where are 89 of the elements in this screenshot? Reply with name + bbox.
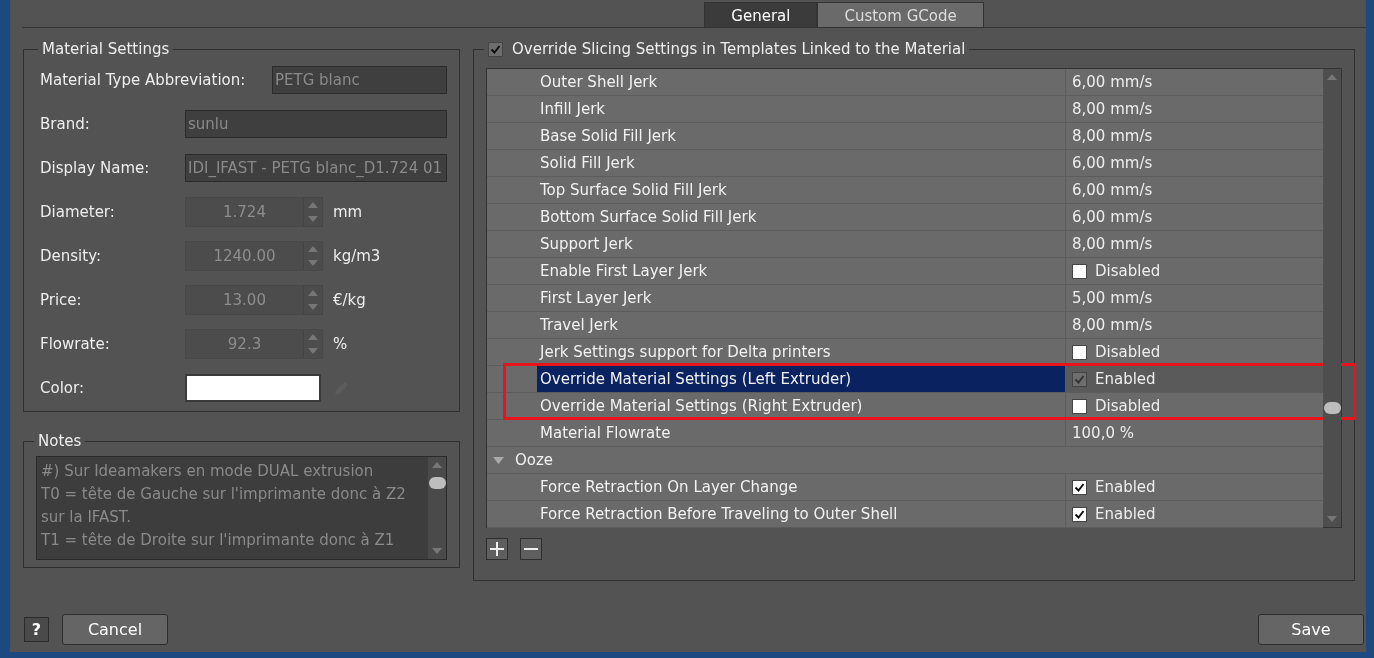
panel-title: Notes [37, 432, 83, 450]
spin-up-icon[interactable] [308, 290, 318, 296]
scrollbar[interactable] [428, 457, 446, 559]
spin-field[interactable]: 92.3 [185, 329, 323, 359]
text-field[interactable]: PETG blanc [272, 66, 447, 94]
spin-up-icon[interactable] [308, 334, 318, 340]
unit-label: % [333, 335, 348, 353]
spin-down-icon[interactable] [308, 260, 318, 266]
scroll-up-icon[interactable] [1327, 74, 1337, 80]
setting-name[interactable]: Force Retraction On Layer Change [537, 474, 1065, 500]
tab[interactable]: Custom GCode [817, 2, 984, 27]
setting-name[interactable]: Override Material Settings (Left Extruder) [537, 366, 1065, 392]
field-label: Price: [40, 291, 83, 309]
setting-value: 6,00 mm/s [1072, 73, 1153, 91]
setting-value: Disabled [1095, 262, 1161, 280]
plus-icon [489, 541, 505, 557]
checkbox[interactable] [1072, 398, 1087, 414]
field-label: Diameter: [40, 203, 116, 221]
setting-value: Disabled [1095, 343, 1161, 361]
spin-up-icon[interactable] [308, 246, 318, 252]
setting-name[interactable]: Material Flowrate [537, 420, 1065, 446]
remove-button[interactable] [520, 538, 542, 560]
spin-down-icon[interactable] [308, 348, 318, 354]
setting-name[interactable]: Force Retraction Before Traveling to Outer Shell [537, 501, 1065, 527]
setting-name[interactable]: First Layer Jerk [537, 285, 1065, 311]
collapse-arrow-icon[interactable] [493, 454, 504, 466]
spin-field[interactable]: 13.00 [185, 285, 323, 315]
text-field[interactable]: sunlu [185, 110, 447, 138]
setting-name[interactable]: Travel Jerk [537, 312, 1065, 338]
setting-name[interactable]: Bottom Surface Solid Fill Jerk [537, 204, 1065, 230]
setting-name[interactable]: Outer Shell Jerk [537, 69, 1065, 95]
field-label: Color: [40, 379, 85, 397]
setting-value: 8,00 mm/s [1072, 235, 1153, 253]
checkbox[interactable] [1072, 371, 1087, 387]
scroll-down-icon[interactable] [1327, 516, 1337, 522]
add-button[interactable] [486, 538, 508, 560]
scrollbar[interactable] [1323, 69, 1341, 527]
unit-label: kg/m3 [333, 247, 381, 265]
setting-value: 6,00 mm/s [1072, 208, 1153, 226]
spin-down-icon[interactable] [308, 304, 318, 310]
setting-name[interactable]: Jerk Settings support for Delta printers [537, 339, 1065, 365]
unit-label: €/kg [333, 291, 366, 309]
scrollbar-thumb[interactable] [1323, 402, 1341, 414]
setting-name[interactable]: Support Jerk [537, 231, 1065, 257]
checkbox[interactable] [488, 41, 503, 57]
checkbox[interactable] [1072, 506, 1087, 522]
setting-name[interactable]: Solid Fill Jerk [537, 150, 1065, 176]
checkbox-label: Override Slicing Settings in Templates Linked to the Material [512, 40, 966, 58]
setting-name[interactable]: Enable First Layer Jerk [537, 258, 1065, 284]
setting-value: Enabled [1095, 505, 1156, 523]
save-button[interactable]: Save [1258, 614, 1364, 645]
setting-value: Disabled [1095, 397, 1161, 415]
field-label: Density: [40, 247, 102, 265]
spin-field[interactable]: 1.724 [185, 197, 323, 227]
group-name[interactable]: Ooze [512, 447, 1066, 473]
setting-value: Enabled [1095, 370, 1156, 388]
spin-field[interactable]: 1240.00 [185, 241, 323, 271]
checkbox[interactable] [1072, 479, 1087, 495]
setting-value: 6,00 mm/s [1072, 181, 1153, 199]
cancel-button[interactable]: Cancel [62, 614, 168, 645]
setting-value: 6,00 mm/s [1072, 154, 1153, 172]
setting-name[interactable]: Infill Jerk [537, 96, 1065, 122]
checkbox[interactable] [1072, 263, 1087, 279]
setting-value: 8,00 mm/s [1072, 100, 1153, 118]
field-label: Material Type Abbreviation: [40, 71, 247, 89]
text-field[interactable]: IDI_IFAST - PETG blanc_D1.724 01 [185, 154, 447, 182]
color-swatch[interactable] [185, 374, 321, 402]
setting-name[interactable]: Override Material Settings (Right Extruder) [537, 393, 1065, 419]
scrollbar-thumb[interactable] [428, 477, 446, 489]
scroll-up-icon[interactable] [432, 462, 442, 468]
setting-value: 8,00 mm/s [1072, 316, 1153, 334]
unit-label: mm [333, 203, 363, 221]
field-label: Flowrate: [40, 335, 111, 353]
minus-icon [524, 548, 538, 550]
panel-title: Material Settings [41, 40, 171, 58]
spin-down-icon[interactable] [308, 216, 318, 222]
setting-value: 100,0 % [1072, 424, 1134, 442]
spin-up-icon[interactable] [308, 202, 318, 208]
field-label: Display Name: [40, 159, 151, 177]
setting-name[interactable]: Base Solid Fill Jerk [537, 123, 1065, 149]
tab[interactable]: General [704, 2, 818, 27]
field-label: Brand: [40, 115, 91, 133]
setting-name[interactable]: Top Surface Solid Fill Jerk [537, 177, 1065, 203]
checkbox[interactable] [1072, 344, 1087, 360]
scroll-down-icon[interactable] [432, 548, 442, 554]
help-button[interactable]: ? [24, 617, 49, 642]
setting-value: Enabled [1095, 478, 1156, 496]
setting-value: 8,00 mm/s [1072, 127, 1153, 145]
setting-value: 5,00 mm/s [1072, 289, 1153, 307]
